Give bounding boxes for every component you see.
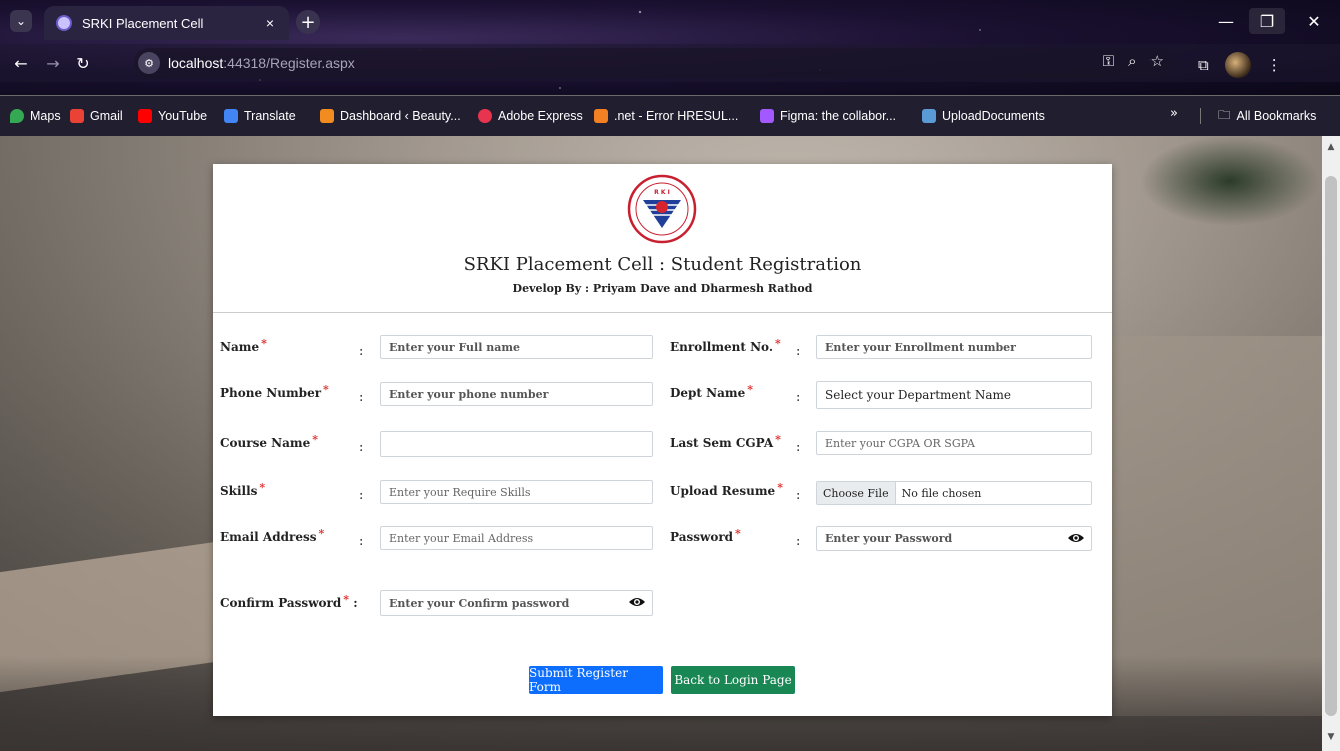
password-input[interactable]: Enter your Password bbox=[816, 526, 1092, 551]
bookmark-dashboard[interactable]: Dashboard ‹ Beauty... bbox=[320, 106, 461, 126]
browser-menu-icon[interactable]: ⋮ bbox=[1267, 56, 1282, 74]
url-path: :44318/Register.aspx bbox=[223, 55, 355, 71]
phone-input[interactable]: Enter your phone number bbox=[380, 382, 653, 406]
password-key-icon[interactable]: ⚿ bbox=[1103, 52, 1114, 70]
browser-toolbar: ← → ↻ ⚙ localhost:44318/Register.aspx ⚿ … bbox=[0, 44, 1340, 82]
tab-title: SRKI Placement Cell bbox=[82, 15, 204, 31]
window-restore-icon[interactable]: ❐ bbox=[1249, 8, 1285, 34]
full-name-input[interactable]: Enter your Full name bbox=[380, 335, 653, 359]
folder-icon: 🗀 bbox=[1218, 106, 1231, 122]
window-close-icon[interactable]: ✕ bbox=[1296, 8, 1332, 34]
bookmark-dotnet-error[interactable]: .net - Error HRESUL... bbox=[594, 106, 738, 126]
site-info-icon[interactable]: ⚙ bbox=[138, 52, 160, 74]
registration-card: R K I SRKI Placement Cell : Student Regi… bbox=[213, 164, 1112, 716]
back-arrow-icon[interactable]: ← bbox=[10, 52, 32, 74]
course-name-input[interactable] bbox=[380, 431, 653, 457]
confirm-password-label: Confirm Password * : bbox=[220, 593, 358, 610]
youtube-icon bbox=[138, 109, 152, 123]
page-title: SRKI Placement Cell : Student Registrati… bbox=[463, 254, 862, 275]
tab-close-icon[interactable]: × bbox=[259, 15, 281, 31]
file-status: No file chosen bbox=[901, 486, 982, 500]
cgpa-input[interactable]: Enter your CGPA OR SGPA bbox=[816, 431, 1092, 455]
profile-avatar[interactable] bbox=[1224, 52, 1251, 78]
all-bookmarks[interactable]: 🗀 All Bookmarks bbox=[1218, 106, 1316, 126]
confirm-password-input[interactable]: Enter your Confirm password bbox=[380, 590, 653, 616]
figma-icon bbox=[760, 109, 774, 123]
translate-icon bbox=[224, 109, 238, 123]
name-label: Name * bbox=[220, 337, 267, 354]
tab-favicon-icon bbox=[56, 15, 72, 31]
window-minimize-icon[interactable]: — bbox=[1208, 8, 1244, 34]
bookmark-maps[interactable]: Maps bbox=[10, 106, 61, 126]
bookmark-uploaddocuments[interactable]: UploadDocuments bbox=[922, 106, 1045, 126]
dept-label: Dept Name * bbox=[670, 383, 753, 400]
back-to-login-button[interactable]: Back to Login Page bbox=[671, 666, 795, 694]
resume-label: Upload Resume * bbox=[670, 481, 783, 498]
forward-arrow-icon[interactable]: → bbox=[42, 52, 64, 74]
phone-label: Phone Number * bbox=[220, 383, 329, 400]
adobe-express-icon bbox=[478, 109, 492, 123]
zoom-icon[interactable]: ⌕ bbox=[1128, 52, 1136, 70]
bookmark-gmail[interactable]: Gmail bbox=[70, 106, 123, 126]
college-logo: R K I bbox=[627, 174, 697, 244]
scrollbar-thumb[interactable] bbox=[1325, 176, 1337, 716]
gmail-icon bbox=[70, 109, 84, 123]
eye-icon[interactable] bbox=[1067, 530, 1085, 546]
stackoverflow-icon bbox=[594, 109, 608, 123]
scroll-down-icon[interactable]: ▼ bbox=[1322, 732, 1340, 746]
department-select[interactable]: Select your Department Name bbox=[816, 381, 1092, 409]
enrollment-input[interactable]: Enter your Enrollment number bbox=[816, 335, 1092, 359]
course-label: Course Name * bbox=[220, 433, 319, 450]
eye-icon[interactable] bbox=[628, 594, 646, 610]
submit-register-button[interactable]: Submit Register Form bbox=[529, 666, 663, 694]
enrollment-label: Enrollment No. * bbox=[670, 337, 781, 354]
address-bar[interactable]: ⚙ localhost:44318/Register.aspx ⚿ ⌕ ☆ bbox=[134, 48, 1174, 78]
uploaddocuments-icon bbox=[922, 109, 936, 123]
reload-icon[interactable]: ↻ bbox=[72, 52, 94, 74]
resume-file-input[interactable]: Choose File No file chosen bbox=[816, 481, 1092, 505]
cgpa-label: Last Sem CGPA * bbox=[670, 433, 781, 450]
page-subtitle: Develop By : Priyam Dave and Dharmesh Ra… bbox=[512, 282, 813, 295]
choose-file-button[interactable]: Choose File bbox=[817, 482, 896, 504]
extensions-icon[interactable]: ⧉ bbox=[1198, 56, 1209, 74]
dashboard-icon bbox=[320, 109, 334, 123]
password-label: Password * bbox=[670, 527, 741, 544]
browser-tab[interactable]: SRKI Placement Cell × bbox=[44, 6, 289, 40]
bookmark-youtube[interactable]: YouTube bbox=[138, 106, 207, 126]
tab-search-menu[interactable]: ⌄ bbox=[10, 10, 32, 32]
bookmark-translate[interactable]: Translate bbox=[224, 106, 296, 126]
email-input[interactable]: Enter your Email Address bbox=[380, 526, 653, 550]
header-divider bbox=[213, 312, 1112, 313]
bookmarks-more-icon[interactable]: » bbox=[1170, 106, 1178, 121]
skills-input[interactable]: Enter your Require Skills bbox=[380, 480, 653, 504]
required-mark: * bbox=[261, 337, 267, 350]
bookmark-star-icon[interactable]: ☆ bbox=[1151, 52, 1164, 70]
new-tab-button[interactable]: + bbox=[296, 10, 320, 34]
svg-text:R K I: R K I bbox=[654, 189, 670, 196]
maps-icon bbox=[10, 109, 24, 123]
email-label: Email Address * bbox=[220, 527, 325, 544]
url-host: localhost bbox=[168, 55, 224, 71]
bookmark-adobe-express[interactable]: Adobe Express bbox=[478, 106, 583, 126]
skills-label: Skills * bbox=[220, 481, 266, 498]
scroll-up-icon[interactable]: ▲ bbox=[1322, 142, 1340, 156]
bookmark-figma[interactable]: Figma: the collabor... bbox=[760, 106, 896, 126]
